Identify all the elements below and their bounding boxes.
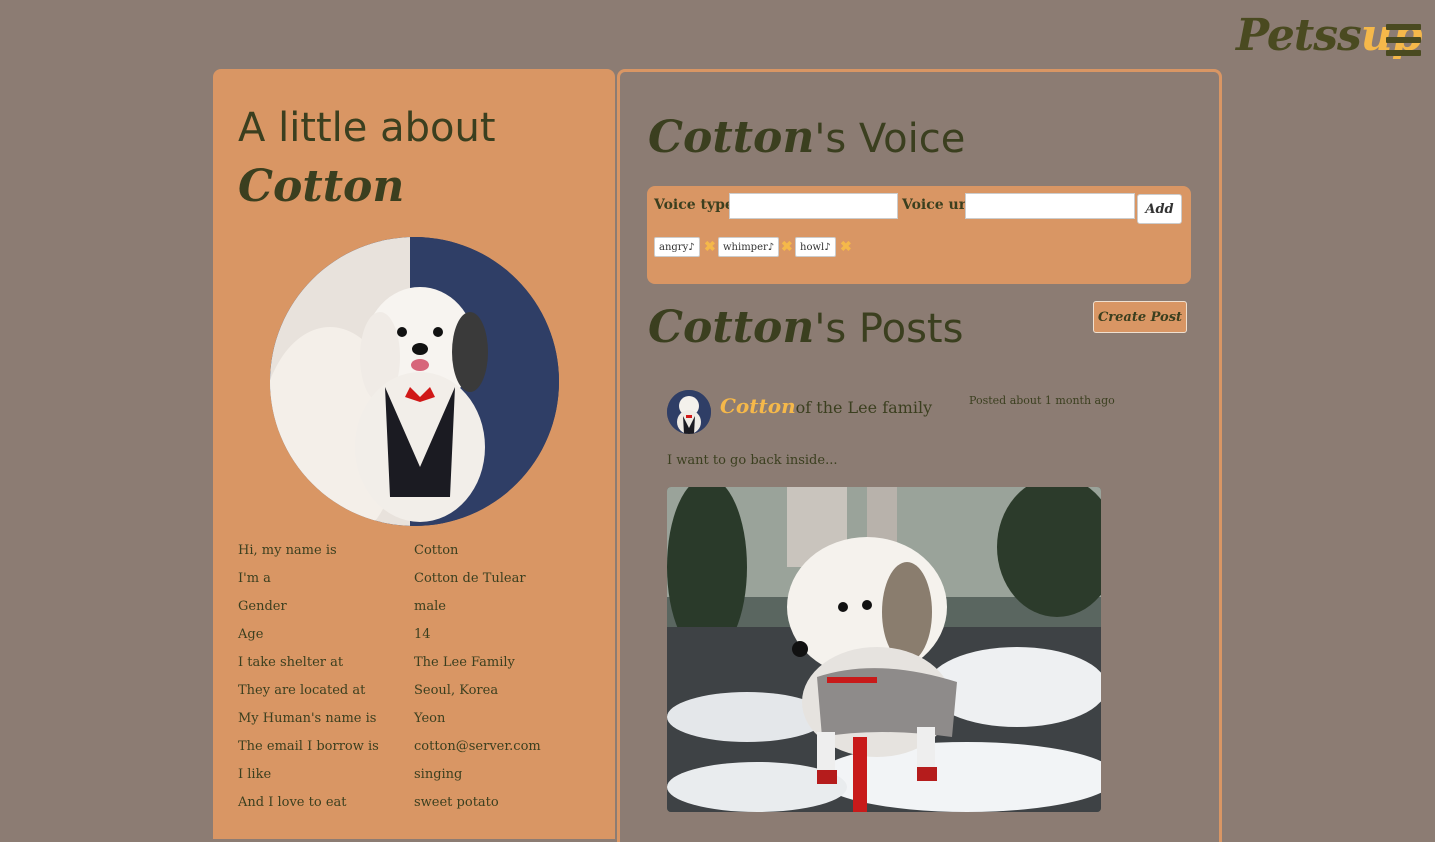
logo-main: Petss — [1236, 10, 1362, 61]
info-row-food: And I love to eat sweet potato — [238, 795, 499, 810]
posts-title: Cotton's Posts — [648, 302, 964, 353]
voice-tag-whimper[interactable]: whimper♪ — [718, 237, 780, 257]
info-row-gender: Gender male — [238, 599, 446, 614]
post-author-avatar[interactable] — [667, 390, 711, 434]
menu-icon[interactable] — [1386, 24, 1421, 56]
info-row-human: My Human's name is Yeon — [238, 711, 446, 726]
remove-tag-icon[interactable]: ✖ — [840, 239, 852, 255]
pet-profile-photo — [270, 237, 559, 526]
post-author-name[interactable]: Cotton — [720, 394, 796, 418]
info-row-name: Hi, my name is Cotton — [238, 543, 459, 558]
voice-title: Cotton's Voice — [648, 112, 966, 163]
voice-url-input[interactable] — [965, 193, 1135, 219]
voice-type-input[interactable] — [729, 193, 898, 219]
profile-panel: A little about Cotton Hi, my name is Cott… — [213, 69, 615, 839]
post-author: Cottonof the Lee family — [720, 394, 932, 418]
voice-form: Voice type Voice url Add angry♪ ✖ whimpe… — [647, 186, 1191, 284]
post-author-family: of the Lee family — [795, 398, 933, 417]
content-panel: Cotton's Voice Voice type Voice url Add … — [617, 69, 1222, 842]
voice-tag-howl[interactable]: howl♪ — [795, 237, 836, 257]
post-timestamp: Posted about 1 month ago — [969, 394, 1115, 407]
info-row-email: The email I borrow is cotton@server.com — [238, 739, 541, 754]
voice-tag-angry[interactable]: angry♪ — [654, 237, 700, 257]
info-row-shelter: I take shelter at The Lee Family — [238, 655, 515, 670]
remove-tag-icon[interactable]: ✖ — [704, 239, 716, 255]
post-photo — [667, 487, 1101, 812]
info-row-breed: I'm a Cotton de Tulear — [238, 571, 526, 586]
add-voice-button[interactable]: Add — [1137, 194, 1182, 224]
voice-type-label: Voice type — [654, 197, 734, 213]
about-title: A little about — [238, 105, 496, 151]
remove-tag-icon[interactable]: ✖ — [781, 239, 793, 255]
info-row-age: Age 14 — [238, 627, 431, 642]
voice-url-label: Voice url — [902, 197, 972, 213]
info-row-likes: I like singing — [238, 767, 463, 782]
create-post-button[interactable]: Create Post — [1093, 301, 1187, 333]
pet-name-heading: Cotton — [238, 161, 405, 212]
post-text: I want to go back inside... — [667, 453, 838, 468]
info-row-location: They are located at Seoul, Korea — [238, 683, 499, 698]
